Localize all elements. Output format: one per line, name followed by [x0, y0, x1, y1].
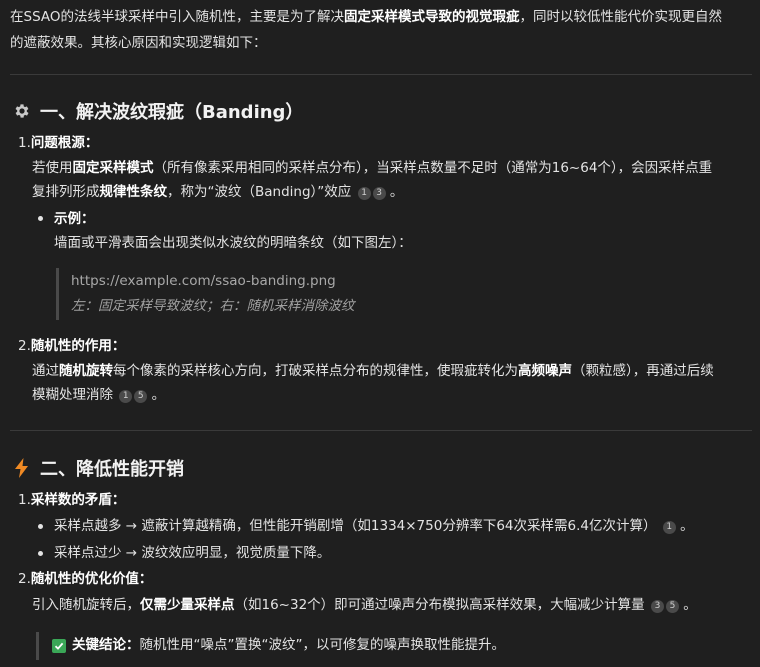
- item-text: 若使用固定采样模式（所有像素采用相同的采样点分布），当采样点数量不足时（通常为1…: [32, 156, 712, 180]
- section-heading-1: 一、解决波纹瑕疵（Banding）: [12, 98, 303, 124]
- citation-badge[interactable]: 1: [662, 521, 676, 534]
- item-label: 采样数的矛盾: [30, 492, 112, 508]
- list-item: 1.问题根源：: [18, 131, 98, 155]
- intro-paragraph: 在SSAO的法线半球采样中引入随机性，主要是为了解决固定采样模式导致的视觉瑕疵，…: [10, 4, 752, 56]
- item-text: 通过随机旋转每个像素的采样核心方向，打破采样点分布的规律性，使瑕疵转化为高频噪声…: [32, 359, 714, 383]
- citation-badge[interactable]: 5: [134, 390, 148, 403]
- bold-span: 规律性条纹: [99, 184, 168, 200]
- section-title: 一、解决波纹瑕疵（Banding）: [40, 102, 304, 123]
- lightning-icon: [12, 458, 32, 478]
- citation-badge[interactable]: 1: [357, 187, 371, 200]
- text-span: （所有像素采用相同的采样点分布），当采样点数量不足时（通常为16~64个），会因…: [153, 160, 713, 176]
- gear-icon: [12, 101, 32, 121]
- text-span: 若使用: [32, 160, 73, 176]
- text-span: 引入随机旋转后，: [32, 597, 140, 613]
- item-colon: ：: [138, 571, 153, 587]
- list-item: 示例：: [54, 207, 95, 231]
- item-text: 引入随机旋转后，仅需少量采样点（如16~32个）即可通过噪声分布模拟高采样效果，…: [32, 593, 697, 617]
- example-text: 墙面或平滑表面会出现类似水波纹的明暗条纹（如下图左）：: [54, 235, 412, 251]
- list-number: 1.: [18, 492, 31, 508]
- checkmark-icon: [52, 639, 66, 653]
- list-number: 2.: [18, 571, 31, 587]
- conclusion-colon: ：: [126, 637, 140, 653]
- image-caption: 左：固定采样导致波纹；右：随机采样消除波纹: [71, 298, 355, 314]
- list-item: 2.随机性的优化价值：: [18, 567, 152, 591]
- image-url[interactable]: https://example.com/ssao-banding.png: [71, 269, 336, 293]
- divider: [10, 74, 752, 75]
- answer-content: 在SSAO的法线半球采样中引入随机性，主要是为了解决固定采样模式导致的视觉瑕疵，…: [0, 0, 760, 667]
- text-span: ，称为“波纹（Banding）”效应: [167, 184, 352, 200]
- bullet-icon: [38, 216, 43, 221]
- item-text: 复排列形成规律性条纹，称为“波纹（Banding）”效应 13 。: [32, 180, 403, 204]
- intro-text: 在SSAO的法线半球采样中引入随机性，主要是为了解决: [10, 9, 345, 25]
- section-heading-2: 二、降低性能开销: [12, 455, 184, 481]
- period: 。: [151, 387, 166, 403]
- list-number: 2.: [18, 338, 31, 354]
- bullet-item: 采样点越多 → 遮蔽计算越精确，但性能开销剧增（如1334×750分辨率下64次…: [54, 514, 694, 538]
- item-colon: ：: [111, 338, 126, 354]
- period: 。: [389, 184, 404, 200]
- text-span: 通过: [32, 363, 59, 379]
- citation-badge[interactable]: 3: [650, 600, 664, 613]
- bold-span: 高频噪声: [518, 363, 572, 379]
- item-colon: ：: [84, 135, 99, 151]
- text-span: 复排列形成: [32, 184, 100, 200]
- bullet-icon: [38, 524, 43, 529]
- bold-span: 仅需少量采样点: [140, 597, 235, 613]
- intro-text-2: ，同时以较低性能代价实现更自然: [519, 9, 723, 25]
- text-span: 每个像素的采样核心方向，打破采样点分布的规律性，使瑕疵转化为: [113, 363, 518, 379]
- intro-text-3: 的遮蔽效果。其核心原因和实现逻辑如下：: [10, 35, 267, 51]
- list-item: 2.随机性的作用：: [18, 334, 125, 358]
- citation-badge[interactable]: 1: [119, 390, 133, 403]
- period: 。: [683, 597, 697, 613]
- item-text: 模糊处理消除 15 。: [32, 383, 165, 407]
- text-span: 采样点越多 → 遮蔽计算越精确，但性能开销剧增（如1334×750分辨率下64次…: [54, 518, 657, 534]
- section-title: 二、降低性能开销: [40, 459, 184, 480]
- text-span: 模糊处理消除: [32, 387, 113, 403]
- blockquote-bar: [56, 268, 59, 320]
- conclusion-text: 随机性用“噪点”置换“波纹”，以可修复的噪声换取性能提升。: [139, 637, 505, 653]
- intro-bold: 固定采样模式导致的视觉瑕疵: [344, 9, 520, 25]
- citation-badge[interactable]: 3: [372, 187, 386, 200]
- item-label: 随机性的作用: [30, 338, 112, 354]
- list-item: 1.采样数的矛盾：: [18, 488, 125, 512]
- bullet-icon: [38, 551, 43, 556]
- divider: [10, 430, 752, 431]
- bold-span: 固定采样模式: [72, 160, 154, 176]
- text-span: （颗粒感），再通过后续: [572, 363, 714, 379]
- example-label: 示例: [54, 211, 81, 227]
- text-span: （如16~32个）即可通过噪声分布模拟高采样效果，大幅减少计算量: [234, 597, 645, 613]
- conclusion-callout: 关键结论：随机性用“噪点”置换“波纹”，以可修复的噪声换取性能提升。: [52, 633, 505, 657]
- list-number: 1.: [18, 135, 31, 151]
- item-label: 随机性的优化价值: [30, 571, 139, 587]
- item-colon: ：: [111, 492, 126, 508]
- bullet-item: 采样点过少 → 波纹效应明显，视觉质量下降。: [54, 545, 331, 561]
- conclusion-label: 关键结论: [72, 637, 126, 653]
- citation-badge[interactable]: 5: [665, 600, 679, 613]
- example-colon: ：: [81, 211, 95, 227]
- bold-span: 随机旋转: [59, 363, 113, 379]
- period: 。: [680, 518, 694, 534]
- item-label: 问题根源: [30, 135, 85, 151]
- callout-bar: [36, 632, 39, 660]
